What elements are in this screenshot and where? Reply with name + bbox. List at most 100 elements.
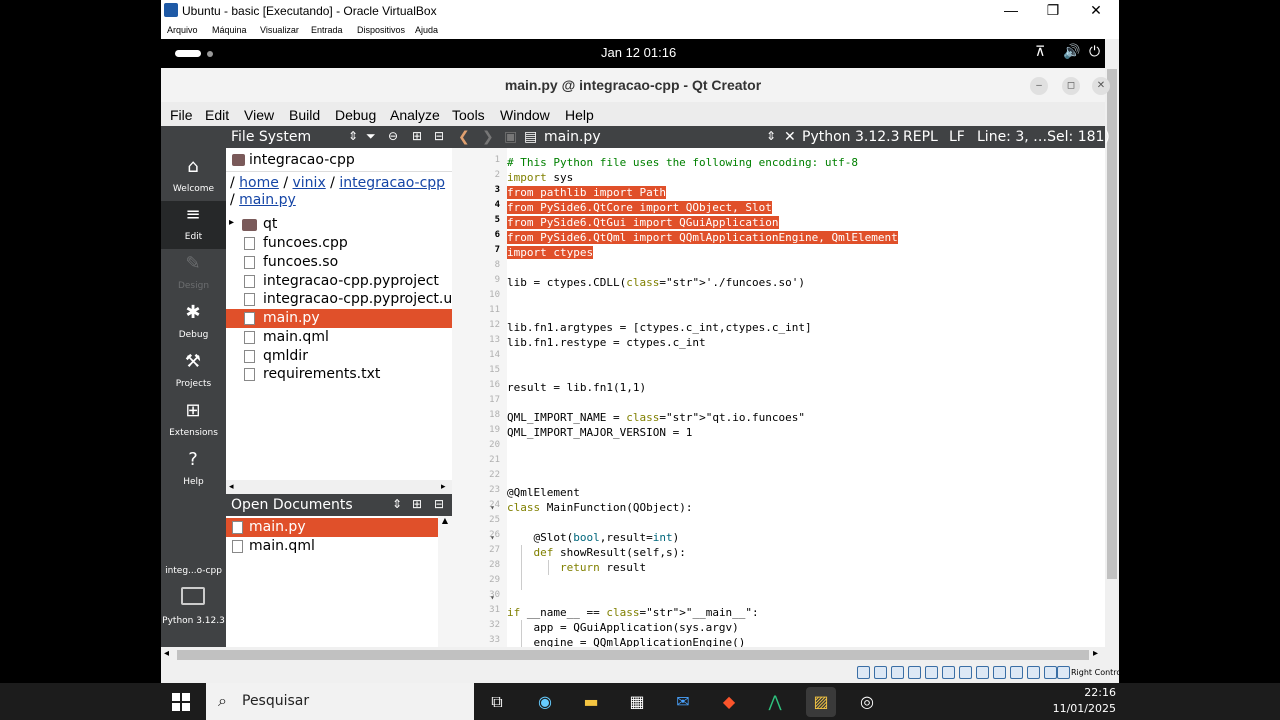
tree-item[interactable]: funcoes.so (226, 253, 452, 272)
volume-icon[interactable]: 🔊 (1063, 44, 1080, 60)
code-line[interactable]: lib.fn1.argtypes = [ctypes.c_int,ctypes.… (507, 320, 812, 335)
taskbar-search[interactable]: ⌕ Pesquisar (206, 683, 474, 720)
code-line[interactable]: return result (507, 560, 646, 575)
tree-item[interactable]: qmldir (226, 347, 452, 366)
crumb-integracao[interactable]: integracao-cpp (339, 175, 445, 191)
virtualbox-taskbar-icon[interactable]: ▨ (806, 687, 836, 717)
mode-extensions[interactable]: ⊞ Extensions (161, 397, 226, 445)
menu-maquina[interactable]: Máquina (212, 25, 247, 35)
code-line[interactable]: @QmlElement (507, 485, 580, 500)
tree-item[interactable]: integracao-cpp.pyproject.user (226, 290, 452, 309)
code-line[interactable]: from pathlib import Path (507, 185, 666, 200)
file-tree-hscroll[interactable]: ◂ ▸ (226, 480, 452, 494)
recording-icon[interactable] (976, 666, 989, 679)
code-line[interactable]: from PySide6.QtCore import QObject, Slot (507, 200, 772, 215)
mode-welcome[interactable]: ⌂ Welcome (161, 153, 226, 201)
scroll-left-icon[interactable]: ◂ (229, 482, 234, 492)
code-line[interactable]: from PySide6.QtGui import QGuiApplicatio… (507, 215, 779, 230)
menu-debug[interactable]: Debug (335, 107, 376, 123)
capture-icon[interactable] (993, 666, 1006, 679)
code-editor[interactable]: I # This Python file uses the following … (507, 148, 1105, 647)
gnome-clock[interactable]: Jan 12 01:16 (601, 45, 676, 60)
kit-python-label[interactable]: Python 3.12.3 (161, 616, 226, 626)
mode-debug[interactable]: ✱ Debug (161, 299, 226, 347)
code-line[interactable]: class MainFunction(QObject): (507, 500, 692, 515)
open-docs-scrollbar[interactable]: ▲ (438, 516, 452, 647)
close-document-icon[interactable]: ✕ (784, 129, 796, 145)
mode-edit[interactable]: ≡ Edit (161, 201, 226, 249)
menu-dispositivos[interactable]: Dispositivos (357, 25, 405, 35)
mode-help[interactable]: ? Help (161, 446, 226, 494)
code-line[interactable]: engine = QQmlApplicationEngine() (507, 635, 745, 647)
menu-visualizar[interactable]: Visualizar (260, 25, 299, 35)
menu-edit[interactable]: Edit (205, 107, 229, 123)
vs-code-icon[interactable]: ⋀ (760, 687, 790, 717)
menu-file[interactable]: File (170, 107, 193, 123)
code-line[interactable]: result = lib.fn1(1,1) (507, 380, 646, 395)
crumb-vinix[interactable]: vinix (293, 175, 326, 191)
close-pane-icon[interactable]: ⊟ (434, 129, 444, 143)
python-interpreter[interactable]: Python 3.12.3 (802, 129, 900, 145)
cursor-position[interactable]: Line: 3, …Sel: 181) (977, 129, 1110, 145)
menu-build[interactable]: Build (289, 107, 320, 123)
power-icon[interactable]: ⏻ (1089, 44, 1100, 60)
open-doc-item[interactable]: main.py (226, 518, 438, 537)
qt-close-button[interactable]: ✕ (1092, 77, 1110, 95)
menu-entrada[interactable]: Entrada (311, 25, 343, 35)
link-icon[interactable]: ⊖ (388, 129, 398, 143)
expand-arrow-icon[interactable]: ▸ (229, 217, 234, 228)
maximize-button[interactable]: ❐ (1033, 2, 1073, 19)
repl-button[interactable]: REPL (903, 129, 938, 145)
vm-scroll-thumb[interactable] (1107, 69, 1117, 579)
mouse-integration-icon[interactable] (1010, 666, 1023, 679)
minimize-button[interactable]: — (991, 2, 1031, 18)
shared-folder-icon[interactable] (942, 666, 955, 679)
close-button[interactable]: ✕ (1076, 2, 1116, 19)
code-line[interactable]: # This Python file uses the following en… (507, 155, 858, 170)
scroll-right-icon[interactable]: ▸ (1093, 648, 1098, 659)
fold-marker-icon[interactable]: ▾ (490, 593, 495, 602)
tree-item[interactable]: main.qml (226, 328, 452, 347)
hdd-icon[interactable] (857, 666, 870, 679)
activities-indicator[interactable] (175, 50, 201, 57)
menu-view[interactable]: View (244, 107, 274, 123)
forward-icon[interactable]: ❯ (482, 129, 494, 145)
scroll-left-icon[interactable]: ◂ (164, 648, 169, 659)
split-icon[interactable]: ⊞ (412, 129, 422, 143)
brave-icon[interactable]: ◆ (714, 687, 744, 717)
crumb-main-py[interactable]: main.py (239, 192, 296, 208)
mode-projects[interactable]: ⚒ Projects (161, 348, 226, 396)
obs-icon[interactable]: ◎ (852, 687, 882, 717)
qt-minimize-button[interactable]: – (1030, 77, 1048, 95)
sort-icon[interactable]: ⇕ (392, 497, 402, 511)
mode-design[interactable]: ✎ Design (161, 250, 226, 298)
sort-icon[interactable]: ⇕ (348, 129, 358, 143)
split-icon[interactable]: ⊞ (412, 497, 422, 511)
editor-file-name[interactable]: main.py (544, 129, 601, 145)
doc-combo-arrow-icon[interactable]: ⇕ (766, 129, 776, 143)
code-line[interactable]: @Slot(bool,result=int) (507, 530, 679, 545)
code-line[interactable]: def showResult(self,s): (507, 545, 686, 560)
open-doc-item[interactable]: main.qml (226, 537, 438, 556)
tree-item[interactable]: requirements.txt (226, 365, 452, 384)
kit-selector-icon[interactable] (181, 587, 205, 605)
menu-analyze[interactable]: Analyze (390, 107, 440, 123)
display-icon[interactable] (959, 666, 972, 679)
keyboard-icon[interactable] (1044, 666, 1057, 679)
tree-item[interactable]: funcoes.cpp (226, 234, 452, 253)
menu-tools[interactable]: Tools (452, 107, 485, 123)
editor-hscroll[interactable]: ◂ ▸ (161, 647, 1105, 663)
fold-marker-icon[interactable]: ▾ (490, 533, 495, 542)
hscroll-thumb[interactable] (177, 650, 1089, 660)
copilot-icon[interactable]: ◉ (530, 687, 560, 717)
tree-item-selected[interactable]: main.py (226, 309, 452, 328)
code-line[interactable]: lib = ctypes.CDLL(class="str">'./funcoes… (507, 275, 805, 290)
network-adapter-icon[interactable] (908, 666, 921, 679)
menu-arquivo[interactable]: Arquivo (167, 25, 198, 35)
store-icon[interactable]: ▦ (622, 687, 652, 717)
code-line[interactable]: QML_IMPORT_NAME = class="str">"qt.io.fun… (507, 410, 805, 425)
crumb-home[interactable]: home (239, 175, 279, 191)
line-ending[interactable]: LF (949, 129, 965, 145)
close-pane-icon[interactable]: ⊟ (434, 497, 444, 511)
optical-icon[interactable] (874, 666, 887, 679)
